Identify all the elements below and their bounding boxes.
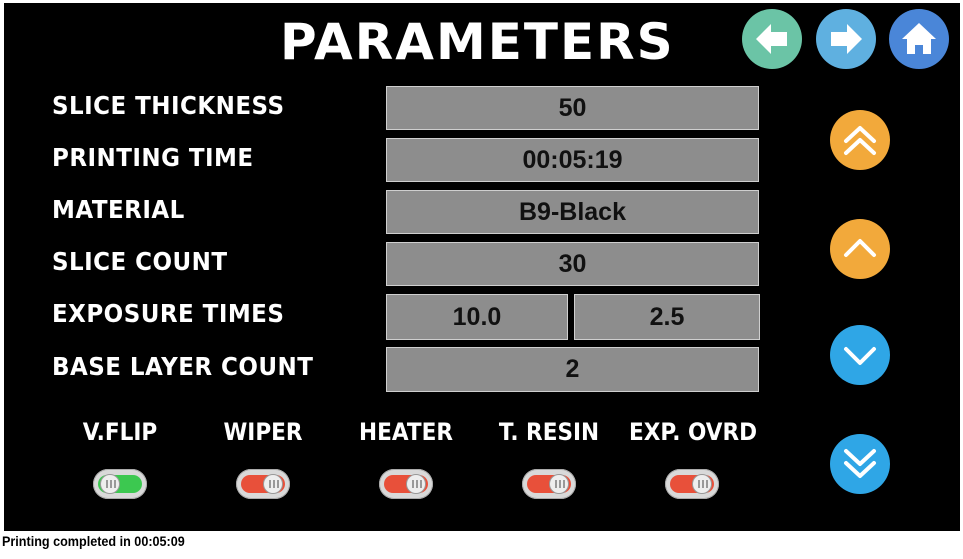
forward-button[interactable] <box>816 9 876 69</box>
material-field[interactable]: B9-Black <box>386 190 759 234</box>
param-label-material: MATERIAL <box>52 195 185 224</box>
page-down-button[interactable] <box>830 434 890 494</box>
vflip-toggle[interactable] <box>93 469 147 499</box>
scroll-up-button[interactable] <box>830 219 890 279</box>
param-label-slice-count: SLICE COUNT <box>52 247 228 276</box>
chevron-down-icon <box>844 347 876 365</box>
home-icon <box>902 23 936 54</box>
slice-thickness-field[interactable]: 50 <box>386 86 759 130</box>
wiper-toggle[interactable] <box>236 469 290 499</box>
param-label-printing-time: PRINTING TIME <box>52 143 254 172</box>
home-button[interactable] <box>889 9 949 69</box>
page-up-button[interactable] <box>830 110 890 170</box>
parameters-screen: PARAMETERS SLICE THICKNESS 50 PRINTING T… <box>4 3 960 531</box>
exp-ovrd-toggle[interactable] <box>665 469 719 499</box>
scroll-down-button[interactable] <box>830 325 890 385</box>
toggle-label-exp-ovrd: EXP. OVRD <box>629 418 758 446</box>
arrow-left-icon <box>756 24 787 54</box>
param-label-base-layer-count: BASE LAYER COUNT <box>52 352 314 381</box>
arrow-right-icon <box>831 24 862 54</box>
toggle-label-heater: HEATER <box>359 418 453 446</box>
status-message: Printing completed in 00:05:09 <box>2 533 185 549</box>
toggle-label-wiper: WIPER <box>223 418 303 446</box>
toggle-label-t-resin: T. RESIN <box>498 418 600 446</box>
param-label-slice-thickness: SLICE THICKNESS <box>52 91 285 120</box>
toggle-label-vflip: V.FLIP <box>82 418 158 446</box>
double-chevron-down-icon <box>844 449 876 478</box>
t-resin-toggle[interactable] <box>522 469 576 499</box>
param-label-exposure-times: EXPOSURE TIMES <box>52 299 285 328</box>
base-exposure-time-field[interactable]: 2.5 <box>574 294 760 340</box>
double-chevron-up-icon <box>844 126 876 155</box>
base-layer-count-field[interactable]: 2 <box>386 347 759 392</box>
exposure-time-field[interactable]: 10.0 <box>386 294 568 340</box>
heater-toggle[interactable] <box>379 469 433 499</box>
page-title: PARAMETERS <box>280 13 675 71</box>
slice-count-field[interactable]: 30 <box>386 242 759 286</box>
chevron-up-icon <box>844 239 876 257</box>
printing-time-field[interactable]: 00:05:19 <box>386 138 759 182</box>
back-button[interactable] <box>742 9 802 69</box>
